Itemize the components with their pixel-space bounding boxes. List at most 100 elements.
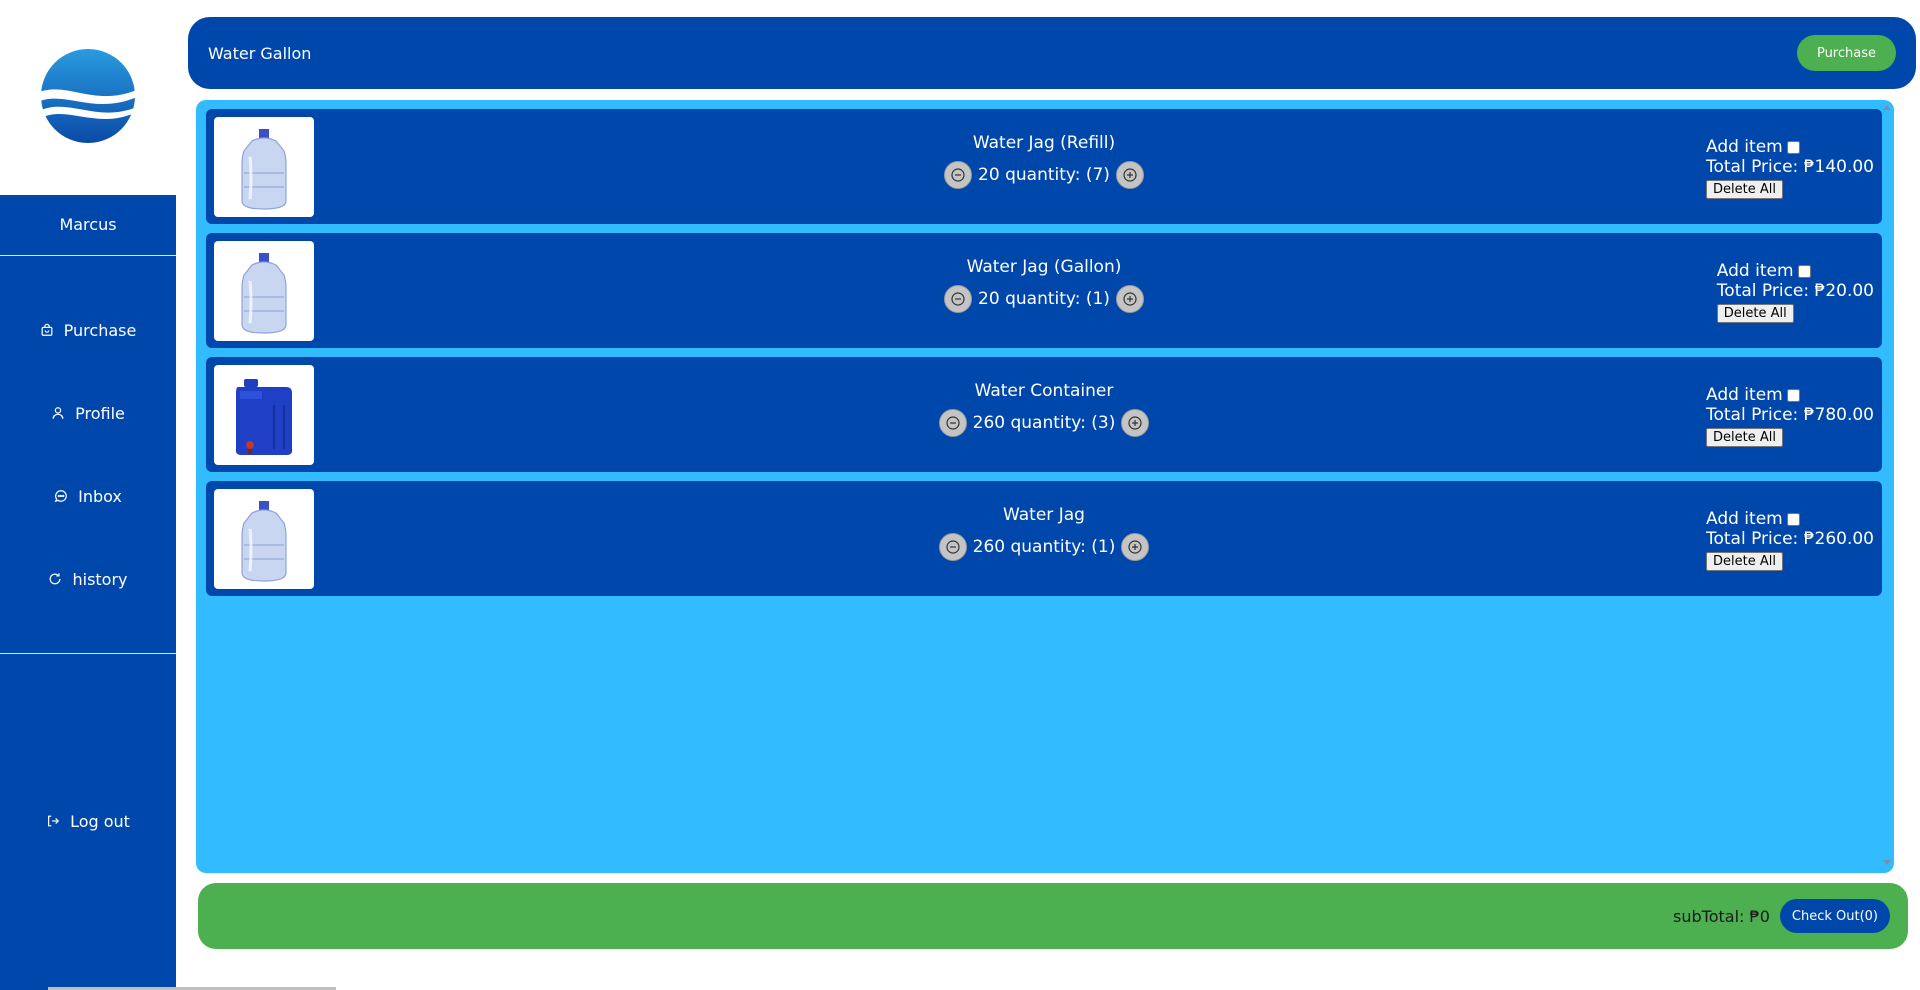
decrement-button[interactable] (938, 409, 967, 437)
quantity-text: 260 quantity: (3) (972, 413, 1116, 433)
cart-item: Water Container 260 quantity: (3) Add it… (206, 357, 1882, 472)
delete-all-button[interactable]: Delete All (1705, 552, 1783, 571)
item-actions: Add item Total Price: ₱780.00 Delete All (1705, 385, 1874, 447)
refresh-icon (50, 573, 61, 585)
quantity-stepper: 20 quantity: (1) (944, 285, 1144, 313)
logout-button[interactable]: Log out (0, 801, 176, 841)
cart-item: Water Jag (Gallon) 20 quantity: (1) Add … (206, 233, 1882, 348)
decrement-button[interactable] (938, 533, 967, 561)
water-jug-image (241, 129, 287, 210)
total-price: Total Price: ₱140.00 (1705, 157, 1874, 177)
sidebar: Marcus Purchase Profile Inbox history Lo… (0, 0, 336, 990)
add-item-checkbox[interactable] (1797, 264, 1811, 278)
delete-all-button[interactable]: Delete All (1716, 304, 1794, 323)
checkout-button[interactable]: Check Out(0) (1779, 899, 1890, 933)
purchase-button[interactable]: Purchase (1796, 35, 1896, 71)
plus-circle-icon (1128, 416, 1142, 430)
minus-circle-icon (951, 292, 965, 306)
delete-all-button[interactable]: Delete All (1705, 428, 1783, 447)
add-item-row: Add item (1717, 261, 1874, 281)
item-name: Water Container (974, 381, 1114, 401)
minus-circle-icon (951, 168, 965, 182)
item-actions: Add item Total Price: ₱20.00 Delete All (1716, 261, 1874, 323)
plus-circle-icon (1128, 540, 1142, 554)
product-image (214, 489, 314, 589)
add-item-checkbox[interactable] (1786, 140, 1800, 154)
quantity-text: 20 quantity: (7) (978, 165, 1110, 185)
water-jug-image (241, 501, 287, 582)
sidebar-item-label: Profile (75, 403, 125, 423)
bag-icon (41, 323, 53, 336)
increment-button[interactable] (1121, 409, 1150, 437)
sidebar-panel: Marcus Purchase Profile Inbox history Lo… (0, 195, 176, 990)
quantity-stepper: 260 quantity: (1) (938, 533, 1150, 561)
plus-circle-icon (1123, 292, 1137, 306)
total-price: Total Price: ₱260.00 (1705, 529, 1874, 549)
add-item-label: Add item (1705, 509, 1783, 529)
cart-item: Water Jag 260 quantity: (1) Add item Tot… (206, 481, 1882, 596)
scroll-up-icon[interactable] (1883, 105, 1891, 110)
subtotal: subTotal: ₱0 (1673, 906, 1770, 926)
delete-all-button[interactable]: Delete All (1705, 180, 1783, 199)
item-name: Water Jag (Refill) (972, 133, 1116, 153)
minus-circle-icon (946, 416, 960, 430)
add-item-row: Add item (1706, 385, 1874, 405)
sidebar-item-label: Inbox (78, 486, 122, 506)
sidebar-item-label: Purchase (63, 320, 137, 340)
add-item-label: Add item (1705, 385, 1783, 405)
increment-button[interactable] (1121, 533, 1150, 561)
sidebar-item-purchase[interactable]: Purchase (0, 310, 176, 350)
scroll-down-icon[interactable] (1883, 860, 1891, 865)
logout-icon (48, 815, 60, 827)
increment-button[interactable] (1115, 161, 1144, 189)
chat-icon (54, 490, 67, 503)
decrement-button[interactable] (944, 161, 973, 189)
item-name: Water Jag (Gallon) (966, 257, 1122, 277)
logo-area (0, 0, 176, 195)
item-info: Water Jag (Gallon) 20 quantity: (1) (506, 257, 1582, 313)
quantity-stepper: 260 quantity: (3) (938, 409, 1150, 437)
user-icon (52, 407, 64, 419)
logout-label: Log out (70, 811, 130, 831)
add-item-checkbox[interactable] (1786, 512, 1800, 526)
cart-scrollbar[interactable] (1880, 100, 1894, 873)
minus-circle-icon (946, 540, 960, 554)
checkout-bar: subTotal: ₱0 Check Out(0) (198, 883, 1908, 949)
cart-list: Water Jag (Refill) 20 quantity: (7) Add … (196, 100, 1894, 873)
sidebar-item-profile[interactable]: Profile (0, 393, 176, 433)
header-bar: Water Gallon Purchase (188, 17, 1916, 89)
decrement-button[interactable] (944, 285, 973, 313)
item-info: Water Container 260 quantity: (3) (506, 381, 1582, 437)
user-name: Marcus (59, 215, 117, 234)
add-item-row: Add item (1706, 509, 1874, 529)
product-image (214, 365, 314, 465)
divider (0, 255, 176, 256)
item-info: Water Jag (Refill) 20 quantity: (7) (506, 133, 1582, 189)
product-image (214, 117, 314, 217)
add-item-label: Add item (1716, 261, 1794, 281)
cart-item: Water Jag (Refill) 20 quantity: (7) Add … (206, 109, 1882, 224)
sidebar-item-history[interactable]: history (0, 559, 176, 599)
water-container-image (236, 379, 292, 455)
add-item-row: Add item (1706, 137, 1874, 157)
divider (0, 653, 176, 654)
total-price: Total Price: ₱20.00 (1716, 281, 1874, 301)
plus-circle-icon (1123, 168, 1137, 182)
quantity-stepper: 20 quantity: (7) (944, 161, 1144, 189)
item-info: Water Jag 260 quantity: (1) (506, 505, 1582, 561)
add-item-label: Add item (1705, 137, 1783, 157)
sidebar-item-label: history (72, 569, 128, 589)
increment-button[interactable] (1115, 285, 1144, 313)
quantity-text: 20 quantity: (1) (978, 289, 1110, 309)
water-jug-image (241, 253, 287, 334)
logo (35, 49, 141, 143)
quantity-text: 260 quantity: (1) (972, 537, 1116, 557)
total-price: Total Price: ₱780.00 (1705, 405, 1874, 425)
item-actions: Add item Total Price: ₱260.00 Delete All (1705, 509, 1874, 571)
product-image (214, 241, 314, 341)
sidebar-item-inbox[interactable]: Inbox (0, 476, 176, 516)
item-name: Water Jag (1003, 505, 1085, 525)
add-item-checkbox[interactable] (1786, 388, 1800, 402)
item-actions: Add item Total Price: ₱140.00 Delete All (1705, 137, 1874, 199)
page-title: Water Gallon (208, 43, 312, 63)
